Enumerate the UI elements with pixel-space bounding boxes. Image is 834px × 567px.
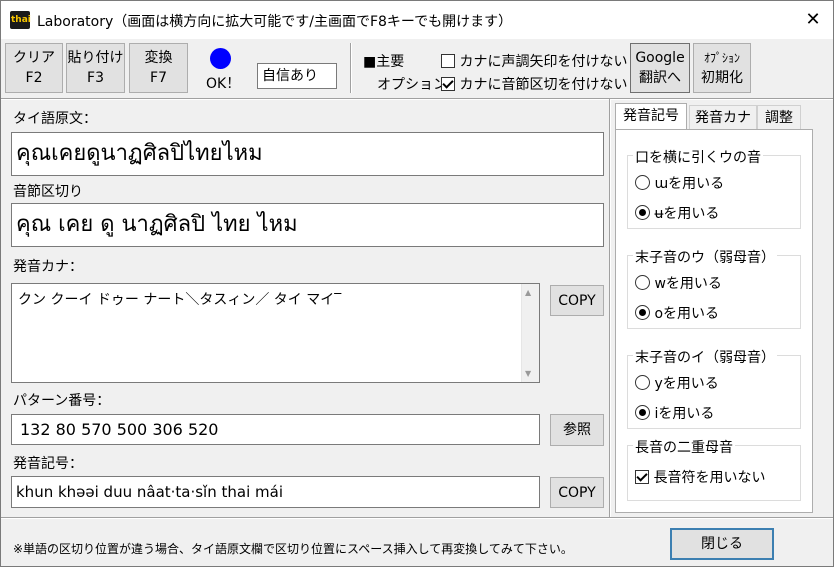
no-tone-arrow-check-icon[interactable]	[441, 54, 455, 68]
main-options-label: ■主要	[363, 54, 405, 70]
status-indicator-icon	[210, 48, 231, 69]
panel-splitter[interactable]	[609, 99, 611, 517]
window-title: Laboratory（画面は横方向に拡大可能です/主画面でF8キーでも開けます）	[37, 14, 513, 30]
window-close-icon[interactable]: ✕	[797, 7, 829, 33]
phonetic-output[interactable]: khun khəəi duu nâat·ta·sǐn thai mái	[11, 476, 540, 508]
close-button[interactable]: 閉じる	[670, 528, 774, 560]
radio-final-u-option1-icon[interactable]	[635, 275, 650, 290]
no-syllable-sep-label: カナに音節区切を付けない	[459, 77, 628, 93]
radio-final-i-option2-label: iを用いる	[654, 406, 715, 422]
kana-label: 発音カナ：	[13, 259, 83, 275]
scroll-up-icon[interactable]: ▲	[525, 288, 531, 297]
tab-adjust[interactable]: 調整	[757, 105, 801, 129]
radio-final-i-option2[interactable]: iを用いる	[635, 403, 714, 423]
reset-button-line1: ｵﾌﾟｼｮﾝ	[703, 51, 740, 65]
radio-final-u-option2[interactable]: oを用いる	[635, 303, 719, 323]
no-syllable-sep-check-icon[interactable]	[441, 77, 455, 91]
toolbar-bottom-divider	[1, 98, 833, 100]
radio-final-i-option1-icon[interactable]	[635, 375, 650, 390]
footer-note: ※単語の区切り位置が違う場合、タイ語原文欄で区切り位置にスペース挿入して再変換し…	[13, 542, 573, 556]
convert-button-label: 変換	[144, 50, 173, 66]
paste-button-label: 貼り付け	[67, 50, 124, 66]
thai-original-input[interactable]: คุณเคยดูนาฏศิลปิไทยไหม	[11, 132, 604, 176]
tab-phonetic-symbols[interactable]: 発音記号	[615, 103, 687, 130]
radio-u-option1-icon[interactable]	[635, 175, 650, 190]
syllable-label: 音節区切り	[13, 184, 83, 200]
scroll-down-icon[interactable]: ▼	[525, 369, 531, 378]
app-icon: thai	[10, 11, 31, 29]
no-tone-arrow-label: カナに声調矢印を付けない	[459, 54, 628, 70]
no-long-mark-checkbox[interactable]: 長音符を用いない	[635, 467, 765, 487]
toolbar-divider	[350, 43, 352, 93]
radio-u-option1[interactable]: ɯを用いる	[635, 173, 724, 193]
app-icon-text: thai	[11, 15, 31, 25]
kana-output-text: クン クーイ ドゥー ナート＼タスィン／ タイ マイ‾	[18, 292, 342, 308]
radio-final-u-option2-icon[interactable]	[635, 305, 650, 320]
no-long-mark-label: 長音符を用いない	[653, 470, 766, 486]
group-long-diphthong-title: 長音の二重母音	[633, 437, 735, 457]
group-u-sound-title: 口を横に引くウの音	[633, 147, 763, 167]
google-translate-button[interactable]: Google 翻訳へ	[630, 43, 690, 93]
thai-original-label: タイ語原文：	[13, 111, 97, 127]
pattern-label: パターン番号：	[13, 393, 111, 409]
clear-button-label: クリア	[13, 50, 55, 66]
radio-final-u-option1-label: wを用いる	[654, 276, 722, 292]
reset-button-line2: 初期化	[701, 70, 743, 86]
google-button-line2: 翻訳へ	[639, 70, 681, 86]
radio-u-option2[interactable]: ʉを用いる	[635, 203, 719, 223]
radio-final-i-option1-label: yを用いる	[654, 376, 719, 392]
pattern-number-field[interactable]: 132 80 570 500 306 520	[11, 414, 540, 445]
radio-u-option2-icon[interactable]	[635, 205, 650, 220]
options-label: オプション	[377, 77, 447, 93]
no-long-mark-check-icon[interactable]	[635, 470, 649, 484]
convert-button[interactable]: 変換 F7	[129, 43, 188, 93]
paste-button[interactable]: 貼り付け F3	[66, 43, 125, 93]
kana-scrollbar[interactable]: ▲ ▼	[521, 284, 539, 382]
radio-final-i-option2-icon[interactable]	[635, 405, 650, 420]
radio-final-i-option1[interactable]: yを用いる	[635, 373, 719, 393]
radio-u-option1-label: ɯを用いる	[654, 176, 725, 192]
group-final-u-title: 末子音のウ（弱母音）	[633, 247, 777, 267]
copy-phonetic-button[interactable]: COPY	[550, 477, 604, 508]
copy-kana-button[interactable]: COPY	[550, 285, 604, 316]
convert-button-key: F7	[150, 70, 167, 86]
radio-u-option2-label: ʉを用いる	[654, 206, 720, 222]
clear-button[interactable]: クリア F2	[5, 43, 63, 93]
footer-divider	[1, 517, 833, 519]
paste-button-key: F3	[87, 70, 104, 86]
options-reset-button[interactable]: ｵﾌﾟｼｮﾝ 初期化	[693, 43, 751, 93]
no-syllable-sep-checkbox[interactable]: カナに音節区切を付けない	[441, 74, 627, 94]
google-button-line1: Google	[635, 50, 685, 66]
reference-button[interactable]: 参照	[550, 414, 604, 446]
laboratory-window: thai Laboratory（画面は横方向に拡大可能です/主画面でF8キーでも…	[0, 0, 834, 567]
phonetic-label: 発音記号：	[13, 456, 83, 472]
syllable-output[interactable]: คุณ เคย ดู นาฏศิลปิ ไทย ไหม	[11, 203, 604, 247]
clear-button-key: F2	[25, 70, 43, 86]
group-final-i-title: 末子音のイ（弱母音）	[633, 347, 777, 367]
tab-phonetic-kana[interactable]: 発音カナ	[689, 105, 757, 129]
status-text: OK！	[206, 76, 241, 92]
no-tone-arrow-checkbox[interactable]: カナに声調矢印を付けない	[441, 51, 627, 71]
kana-output[interactable]: クン クーイ ドゥー ナート＼タスィン／ タイ マイ‾ ▲ ▼	[11, 283, 540, 383]
confidence-field: 自信あり	[257, 63, 337, 89]
radio-final-u-option2-label: oを用いる	[654, 306, 720, 322]
radio-final-u-option1[interactable]: wを用いる	[635, 273, 722, 293]
